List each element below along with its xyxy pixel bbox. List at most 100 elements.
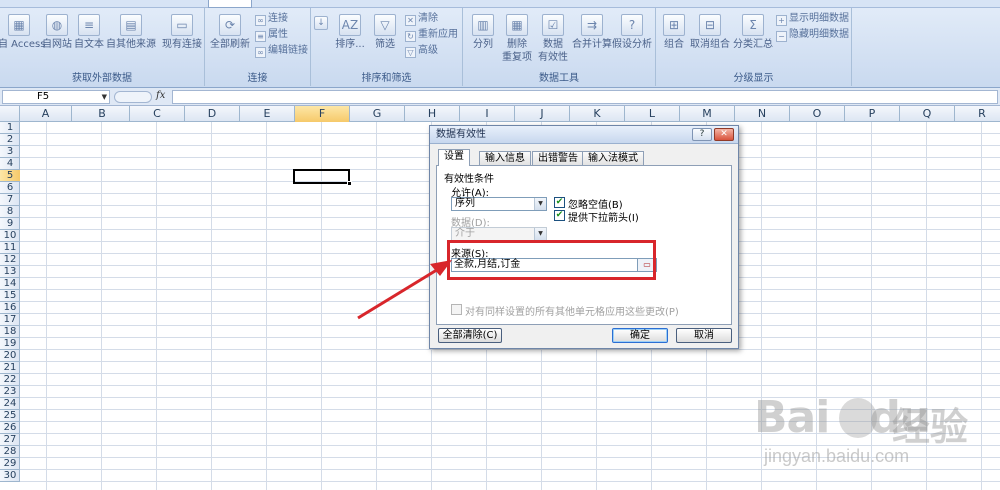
text-to-columns-button[interactable]: ▥ 分列 bbox=[467, 14, 499, 51]
column-header[interactable]: G bbox=[350, 106, 405, 122]
row-header[interactable]: 21 bbox=[0, 362, 20, 374]
from-access-button[interactable]: ▦ 自 Access bbox=[0, 14, 45, 51]
row-header[interactable]: 2 bbox=[0, 134, 20, 146]
row-header[interactable]: 23 bbox=[0, 386, 20, 398]
ignore-blank-checkbox[interactable]: ✔ bbox=[554, 197, 565, 208]
consolidate-button[interactable]: ⇉ 合并计算 bbox=[571, 14, 613, 51]
group-label: 排序和筛选 bbox=[361, 73, 412, 84]
refresh-all-button[interactable]: ⟳ 全部刷新 bbox=[209, 14, 251, 51]
column-header[interactable]: A bbox=[20, 106, 72, 122]
column-header[interactable]: P bbox=[845, 106, 900, 122]
in-cell-dropdown-checkbox[interactable]: ✔ bbox=[554, 210, 565, 221]
tab-input-message[interactable]: 输入信息 bbox=[479, 151, 531, 165]
chevron-down-icon[interactable]: ▼ bbox=[102, 91, 107, 103]
row-header[interactable]: 19 bbox=[0, 338, 20, 350]
row-header[interactable]: 27 bbox=[0, 434, 20, 446]
existing-connections-button[interactable]: ▭ 现有连接 bbox=[162, 14, 202, 51]
column-header[interactable]: L bbox=[625, 106, 680, 122]
row-header[interactable]: 30 bbox=[0, 470, 20, 482]
row-header[interactable]: 20 bbox=[0, 350, 20, 362]
column-header[interactable]: Q bbox=[900, 106, 955, 122]
column-header[interactable]: J bbox=[515, 106, 570, 122]
allow-select[interactable]: 序列 ▼ bbox=[451, 197, 547, 211]
column-header[interactable]: B bbox=[75, 106, 130, 122]
row-header[interactable]: 6 bbox=[0, 182, 20, 194]
cancel-button[interactable]: 取消 bbox=[676, 328, 732, 343]
edit-links-button[interactable]: ∞ 编辑链接 bbox=[255, 44, 308, 58]
formula-input[interactable] bbox=[172, 90, 998, 104]
connections-button[interactable]: ∞ 连接 bbox=[255, 12, 288, 26]
name-box[interactable]: F5 ▼ bbox=[2, 90, 110, 104]
from-web-button[interactable]: ◍ 自网站 bbox=[42, 14, 72, 51]
row-header[interactable]: 5 bbox=[0, 170, 20, 182]
row-header[interactable]: 1 bbox=[0, 122, 20, 134]
tab-error-alert[interactable]: 出错警告 bbox=[532, 151, 584, 165]
active-cell-F5[interactable] bbox=[293, 169, 352, 186]
clear-filter-button[interactable]: ✕ 清除 bbox=[405, 12, 438, 26]
chevron-down-icon[interactable]: ▼ bbox=[534, 198, 546, 210]
clear-all-button[interactable]: 全部清除(C) bbox=[438, 328, 502, 343]
column-header[interactable]: N bbox=[735, 106, 790, 122]
row-header[interactable]: 24 bbox=[0, 398, 20, 410]
column-header[interactable]: M bbox=[680, 106, 735, 122]
group-label: 获取外部数据 bbox=[72, 73, 132, 84]
ribbon: ▦ 自 Access ◍ 自网站 ≡ 自文本 ▤ 自其他来源 ▭ 现有连接 获取外部数据 … bbox=[0, 0, 1000, 88]
row-header[interactable]: 26 bbox=[0, 422, 20, 434]
row-header[interactable]: 15 bbox=[0, 290, 20, 302]
advanced-filter-button[interactable]: ▽ 高级 bbox=[405, 44, 438, 58]
help-button[interactable]: ? bbox=[692, 128, 712, 141]
column-header[interactable]: R bbox=[955, 106, 1000, 122]
row-header[interactable]: 14 bbox=[0, 278, 20, 290]
dialog-title-bar[interactable]: 数据有效性 ? ✕ bbox=[430, 126, 738, 144]
apply-to-all-checkbox[interactable] bbox=[451, 304, 462, 315]
sort-ascending-button[interactable]: ↓ bbox=[313, 16, 329, 32]
column-header[interactable]: F bbox=[295, 106, 350, 122]
row-header[interactable]: 18 bbox=[0, 326, 20, 338]
row-header[interactable]: 13 bbox=[0, 266, 20, 278]
ok-button[interactable]: 确定 bbox=[612, 328, 668, 343]
row-header[interactable]: 4 bbox=[0, 158, 20, 170]
remove-duplicates-button[interactable]: ▦ 删除 重复项 bbox=[499, 14, 535, 64]
row-header[interactable]: 11 bbox=[0, 242, 20, 254]
column-header[interactable]: D bbox=[185, 106, 240, 122]
from-other-sources-button[interactable]: ▤ 自其他来源 bbox=[106, 14, 156, 51]
filter-button[interactable]: ▽ 筛选 bbox=[371, 14, 399, 51]
tab-data[interactable] bbox=[208, 0, 252, 8]
what-if-analysis-button[interactable]: ? 假设分析 bbox=[611, 14, 653, 51]
column-header[interactable]: I bbox=[460, 106, 515, 122]
properties-button[interactable]: ≡ 属性 bbox=[255, 28, 288, 42]
subtotal-button[interactable]: Σ 分类汇总 bbox=[732, 14, 774, 51]
ungroup-button[interactable]: ⊟ 取消组合 bbox=[688, 14, 732, 51]
formula-bar-divider[interactable] bbox=[114, 91, 152, 103]
column-header[interactable]: K bbox=[570, 106, 625, 122]
show-detail-button[interactable]: + 显示明细数据 bbox=[776, 12, 849, 26]
from-text-button[interactable]: ≡ 自文本 bbox=[74, 14, 104, 51]
close-button[interactable]: ✕ bbox=[714, 128, 734, 141]
hide-detail-button[interactable]: − 隐藏明细数据 bbox=[776, 28, 849, 42]
row-header[interactable]: 17 bbox=[0, 314, 20, 326]
row-header[interactable]: 10 bbox=[0, 230, 20, 242]
group-button[interactable]: ⊞ 组合 bbox=[660, 14, 688, 51]
tab-settings[interactable]: 设置 bbox=[438, 149, 470, 166]
row-header[interactable]: 3 bbox=[0, 146, 20, 158]
row-header[interactable]: 7 bbox=[0, 194, 20, 206]
column-header[interactable]: C bbox=[130, 106, 185, 122]
select-all-corner[interactable] bbox=[0, 106, 20, 122]
row-header[interactable]: 28 bbox=[0, 446, 20, 458]
reapply-button[interactable]: ↻ 重新应用 bbox=[405, 28, 458, 42]
row-header[interactable]: 22 bbox=[0, 374, 20, 386]
row-header[interactable]: 8 bbox=[0, 206, 20, 218]
row-header[interactable]: 9 bbox=[0, 218, 20, 230]
column-header[interactable]: O bbox=[790, 106, 845, 122]
fill-handle[interactable] bbox=[347, 181, 352, 186]
tab-ime-mode[interactable]: 输入法模式 bbox=[582, 151, 644, 165]
insert-function-icon[interactable]: fx bbox=[156, 90, 165, 101]
row-header[interactable]: 29 bbox=[0, 458, 20, 470]
data-validation-button[interactable]: ☑ 数据 有效性 bbox=[535, 14, 571, 64]
row-header[interactable]: 25 bbox=[0, 410, 20, 422]
sort-button[interactable]: AZ 排序... bbox=[333, 14, 367, 51]
column-header[interactable]: H bbox=[405, 106, 460, 122]
column-header[interactable]: E bbox=[240, 106, 295, 122]
row-header[interactable]: 16 bbox=[0, 302, 20, 314]
row-header[interactable]: 12 bbox=[0, 254, 20, 266]
